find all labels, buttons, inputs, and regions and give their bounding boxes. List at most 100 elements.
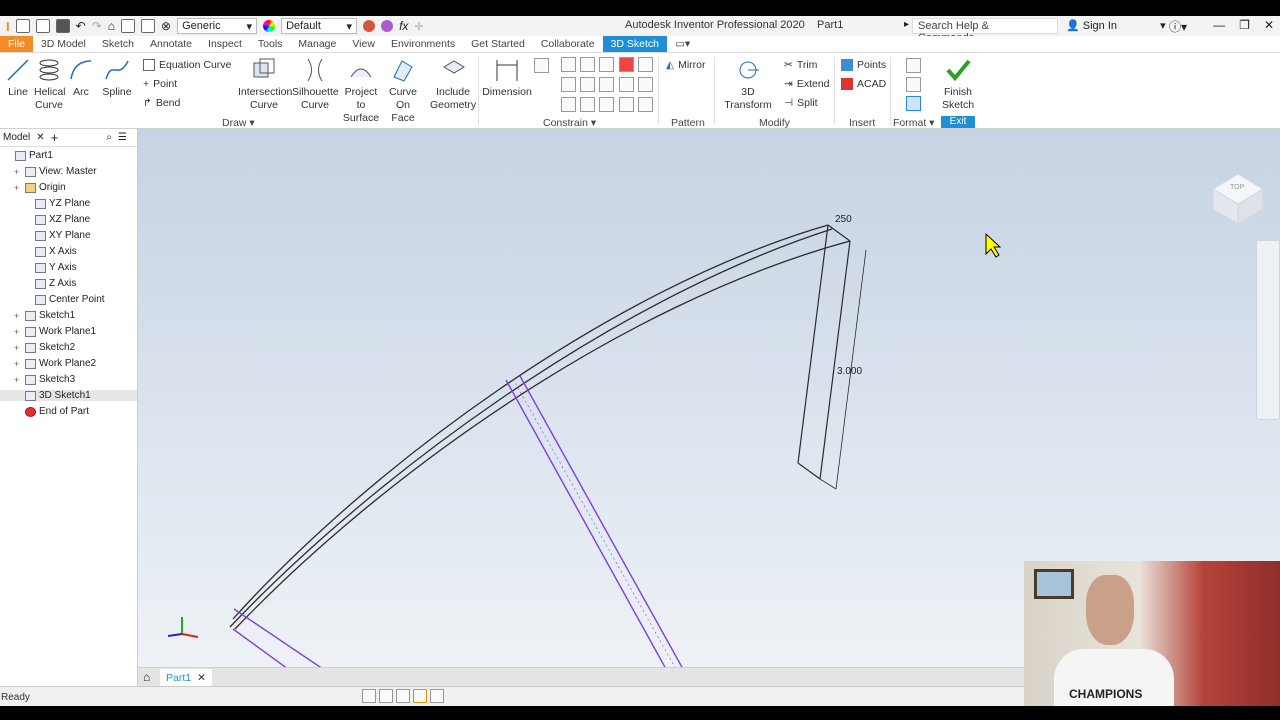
tab-annotate[interactable]: Annotate <box>142 36 200 52</box>
perpendicular-icon[interactable] <box>561 57 576 72</box>
parallel-icon[interactable] <box>580 57 595 72</box>
split-tool[interactable]: ⊣ Split <box>784 97 818 109</box>
home-icon[interactable]: ⌂ <box>143 670 150 684</box>
parallel-xz-icon[interactable] <box>638 97 653 112</box>
on-face-icon[interactable] <box>580 97 595 112</box>
doc-tab-part1[interactable]: Part1 ✕ <box>160 669 212 686</box>
dimension-3000[interactable]: 3.000 <box>837 366 862 377</box>
browser-item[interactable]: 3D Sketch1 <box>0 390 137 401</box>
spline-tool[interactable]: Spline <box>100 57 134 99</box>
extend-tool[interactable]: ⇥ Extend <box>784 78 830 90</box>
browser-item[interactable]: X Axis <box>24 246 77 257</box>
finish-sketch-button[interactable]: Finish Sketch <box>938 57 978 112</box>
parallel-xy-icon[interactable] <box>599 97 614 112</box>
intersection-curve-tool[interactable]: Intersection Curve <box>238 57 292 112</box>
constraint-persist-icon[interactable] <box>413 689 427 703</box>
browser-item[interactable]: + Work Plane1 <box>14 326 96 337</box>
search-help-input[interactable]: Search Help & Commands... <box>912 18 1058 44</box>
tab-tools[interactable]: Tools <box>250 36 291 52</box>
expand-icon[interactable]: + <box>14 375 22 385</box>
new-icon[interactable] <box>15 19 30 33</box>
home-icon[interactable]: ⌂ <box>108 19 115 33</box>
browser-item[interactable]: + View: Master <box>14 166 97 177</box>
3d-transform-tool[interactable]: 3D Transform <box>718 57 778 112</box>
browser-item[interactable]: XZ Plane <box>24 214 90 225</box>
browser-item[interactable]: + Origin <box>14 182 66 193</box>
ribbon-display-toggle-icon[interactable]: ▭▾ <box>667 36 698 52</box>
browser-item[interactable]: Center Point <box>24 294 105 305</box>
browser-item[interactable]: Y Axis <box>24 262 77 273</box>
appearance-combo[interactable]: Generic ▾ <box>177 18 258 34</box>
mirror-tool[interactable]: ◭ Mirror <box>666 59 706 71</box>
search-icon[interactable]: ⌕ <box>106 132 112 143</box>
tab-file[interactable]: File <box>0 36 33 52</box>
update-icon[interactable] <box>141 19 155 33</box>
menu-icon[interactable]: ☰ <box>118 132 127 143</box>
tab-manage[interactable]: Manage <box>290 36 344 52</box>
project-to-surface-tool[interactable]: Project to Surface <box>340 57 382 125</box>
browser-item[interactable]: Z Axis <box>24 278 76 289</box>
tab-3d-model[interactable]: 3D Model <box>33 36 94 52</box>
redo-icon[interactable]: ↷ <box>92 19 102 33</box>
silhouette-curve-tool[interactable]: Silhouette Curve <box>292 57 339 112</box>
constraint-infer-icon[interactable] <box>396 689 410 703</box>
appearance-browser-icon[interactable] <box>363 20 376 32</box>
minimize-icon[interactable]: — <box>1213 18 1225 32</box>
format-panel-label[interactable]: Format ▾ <box>893 117 934 129</box>
construction-icon[interactable] <box>906 58 921 73</box>
expand-icon[interactable]: + <box>14 343 22 353</box>
browser-item[interactable]: + Work Plane2 <box>14 358 96 369</box>
dimension-250[interactable]: 250 <box>835 214 852 225</box>
expand-icon[interactable]: + <box>14 359 22 369</box>
parallel-y-icon[interactable] <box>619 77 634 92</box>
undo-icon[interactable]: ↶ <box>76 19 86 33</box>
smooth-icon[interactable] <box>561 97 576 112</box>
trim-tool[interactable]: ✂ Trim <box>784 59 817 71</box>
dimension-tool[interactable]: Dimension <box>482 57 532 99</box>
tab-get-started[interactable]: Get Started <box>463 36 533 52</box>
tab-3d-sketch[interactable]: 3D Sketch <box>602 36 667 52</box>
point-tool[interactable]: + Point <box>143 78 177 90</box>
viewcube[interactable]: TOP <box>1212 173 1264 225</box>
tab-environments[interactable]: Environments <box>383 36 463 52</box>
equation-curve-tool[interactable]: Equation Curve <box>143 59 231 71</box>
browser-item[interactable]: + Sketch1 <box>14 310 75 321</box>
color-wheel-icon[interactable] <box>263 20 276 32</box>
no-entry-icon[interactable]: ⊗ <box>161 19 171 33</box>
sketch-snap-icon[interactable] <box>362 689 376 703</box>
acad-tool[interactable]: ACAD <box>841 78 886 90</box>
parallel-x-icon[interactable] <box>599 77 614 92</box>
coincident-icon[interactable] <box>599 57 614 72</box>
helical-curve-tool[interactable]: Helical Curve <box>34 57 66 112</box>
equal-icon[interactable] <box>638 57 653 72</box>
tab-sketch[interactable]: Sketch <box>94 36 142 52</box>
dimension-display-icon[interactable] <box>906 77 921 92</box>
fix-lock-icon[interactable] <box>619 57 634 72</box>
maximize-icon[interactable]: ❐ <box>1239 18 1250 32</box>
crosshair-icon[interactable]: ✛ <box>414 20 423 33</box>
material-combo[interactable]: Default ▾ <box>281 18 358 34</box>
browser-item[interactable]: End of Part <box>14 406 89 417</box>
tab-collaborate[interactable]: Collaborate <box>533 36 603 52</box>
browser-item[interactable]: + Sketch3 <box>14 374 75 385</box>
show-constraints-icon[interactable] <box>430 689 444 703</box>
arc-tool[interactable]: Arc <box>68 57 94 99</box>
tab-view[interactable]: View <box>344 36 383 52</box>
expand-icon[interactable]: + <box>14 183 22 193</box>
chevron-right-icon[interactable]: ▸ <box>904 19 909 30</box>
curve-on-face-tool[interactable]: Curve On Face <box>384 57 422 125</box>
model-tab[interactable]: Model <box>3 132 30 143</box>
snap-toolbar[interactable] <box>362 689 482 704</box>
expand-icon[interactable]: + <box>14 327 22 337</box>
collinear-icon[interactable] <box>561 77 576 92</box>
parallel-yz-icon[interactable] <box>619 97 634 112</box>
browser-item[interactable]: + Sketch2 <box>14 342 75 353</box>
close-icon[interactable]: ✕ <box>36 132 44 143</box>
parallel-z-icon[interactable] <box>638 77 653 92</box>
tab-inspect[interactable]: Inspect <box>200 36 250 52</box>
fx-icon[interactable]: fx <box>399 19 408 33</box>
browser-item[interactable]: Part1 <box>4 150 53 161</box>
constrain-panel-label[interactable]: Constrain ▾ <box>543 117 596 129</box>
sign-in-button[interactable]: 👤 Sign In ▾ <box>1066 19 1166 32</box>
include-geometry-tool[interactable]: Include Geometry <box>430 57 476 112</box>
